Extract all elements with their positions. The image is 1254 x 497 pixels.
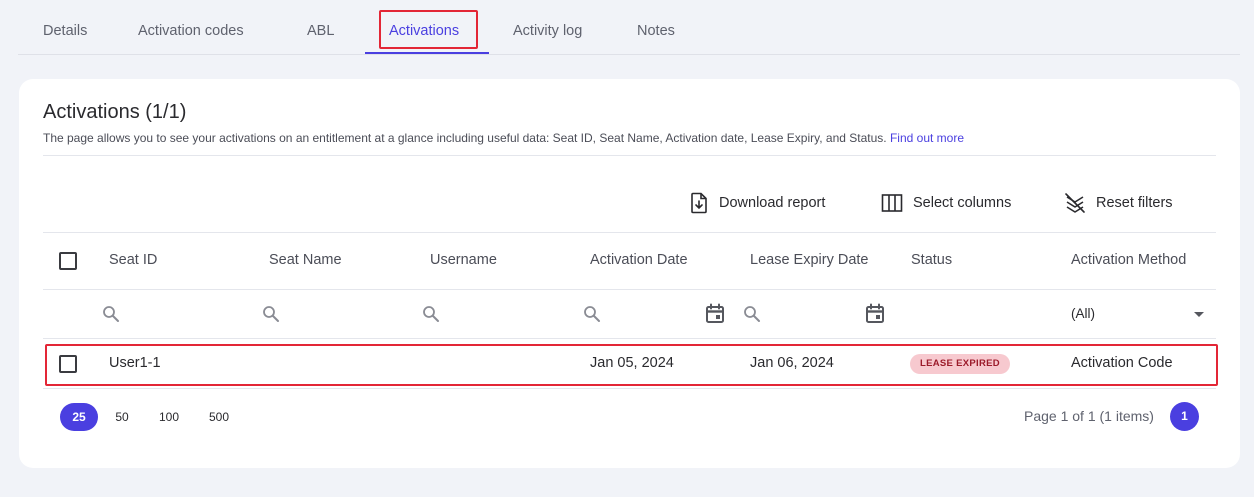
active-tab-indicator [365,52,489,54]
column-header-lease-expiry-date[interactable]: Lease Expiry Date [750,252,868,268]
table-top-border [43,232,1216,233]
column-header-activation-method[interactable]: Activation Method [1071,252,1186,268]
tab-activations[interactable]: Activations [389,12,459,52]
download-report-button[interactable]: Download report [689,191,825,215]
chevron-down-icon [1194,312,1204,317]
select-columns-button[interactable]: Select columns [881,191,1011,215]
page-size-50[interactable]: 50 [107,403,137,431]
column-header-username[interactable]: Username [430,252,497,268]
page-description: The page allows you to see your activati… [43,131,964,145]
seat-id-search-icon[interactable] [102,305,120,323]
download-report-label: Download report [719,195,826,211]
cell-activation-date: Jan 05, 2024 [590,355,674,371]
column-header-status[interactable]: Status [911,252,952,268]
tab-activation-codes[interactable]: Activation codes [138,12,244,52]
reset-filters-button[interactable]: Reset filters [1064,191,1173,215]
pagination-info: Page 1 of 1 (1 items) [1024,408,1154,424]
header-divider [43,155,1216,156]
filter-off-icon [1065,193,1085,213]
page-size-25[interactable]: 25 [60,403,98,431]
page-title: Activations (1/1) [43,101,187,123]
tab-details[interactable]: Details [43,12,87,52]
lease-expiry-search-icon[interactable] [743,305,761,323]
activation-date-calendar-icon[interactable] [705,303,725,324]
find-out-more-link[interactable]: Find out more [890,131,964,145]
description-text: The page allows you to see your activati… [43,131,887,145]
cell-activation-method: Activation Code [1071,355,1173,371]
column-header-seat-id[interactable]: Seat ID [109,252,157,268]
select-columns-label: Select columns [913,195,1012,211]
tab-abl[interactable]: ABL [307,12,334,52]
lease-expiry-calendar-icon[interactable] [865,303,885,324]
page-size-500[interactable]: 500 [202,403,236,431]
activation-method-filter-value: (All) [1071,306,1095,321]
column-header-activation-date[interactable]: Activation Date [590,252,688,268]
download-report-icon [691,192,707,214]
page-size-100[interactable]: 100 [152,403,186,431]
cell-lease-expiry-date: Jan 06, 2024 [750,355,834,371]
columns-icon [881,194,903,212]
seat-name-search-icon[interactable] [262,305,280,323]
row-select-checkbox[interactable] [59,355,77,373]
header-bottom-border [43,289,1216,290]
tab-bar: Details Activation codes ABL Activations… [18,0,1240,55]
filter-row-bottom-border [43,338,1216,339]
data-row-bottom-border [43,388,1216,389]
page-button-1[interactable]: 1 [1170,402,1199,431]
status-badge: LEASE EXPIRED [910,354,1010,374]
tab-notes[interactable]: Notes [637,12,675,52]
activation-method-filter-select[interactable]: (All) [1071,306,1206,326]
username-search-icon[interactable] [422,305,440,323]
column-header-seat-name[interactable]: Seat Name [269,252,342,268]
activations-card: Activations (1/1) The page allows you to… [19,79,1240,468]
activation-date-search-icon[interactable] [583,305,601,323]
cell-seat-id: User1-1 [109,355,161,371]
reset-filters-label: Reset filters [1096,195,1173,211]
tab-activity-log[interactable]: Activity log [513,12,582,52]
select-all-checkbox[interactable] [59,252,77,270]
